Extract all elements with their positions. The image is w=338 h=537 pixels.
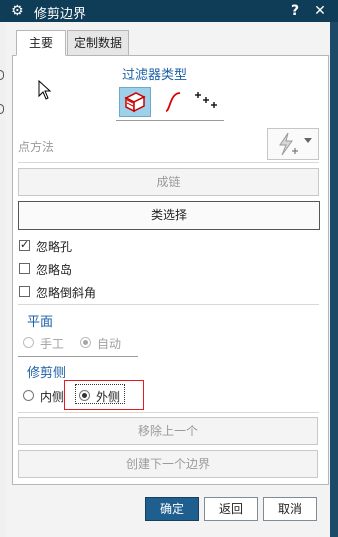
trim-inside-radio[interactable] [23, 390, 34, 401]
plane-manual-radio[interactable] [23, 337, 34, 348]
gear-icon: ⚙ [11, 3, 24, 19]
filter-curve-button[interactable] [158, 87, 188, 117]
lightning-point-icon [279, 132, 298, 156]
point-filter-icon [195, 92, 217, 108]
plane-divider [18, 356, 138, 357]
remove-previous-button[interactable]: 移除上一个 [18, 417, 318, 445]
window-border-right [330, 22, 338, 537]
filter-underline [116, 120, 224, 121]
class-select-button[interactable]: 类选择 [18, 201, 320, 230]
plane-auto-label: 自动 [97, 337, 122, 351]
trim-outside-radio[interactable] [79, 390, 90, 401]
filter-face-button[interactable] [119, 87, 151, 117]
chevron-down-icon [304, 138, 312, 143]
ignore-holes-checkbox[interactable] [19, 238, 30, 251]
ignore-holes-label: 忽略孔 [36, 240, 73, 254]
ignore-islands-label: 忽略岛 [36, 263, 73, 277]
face-filter-icon [124, 92, 146, 113]
trim-side-title: 修剪侧 [27, 366, 67, 381]
point-method-divider [18, 162, 319, 163]
trim-outside-label: 外侧 [96, 390, 121, 404]
ignore-chamfers-checkbox[interactable] [19, 286, 30, 297]
cancel-button[interactable]: 取消 [263, 497, 317, 521]
point-method-dropdown[interactable] [267, 128, 319, 160]
tab-main[interactable]: 主要 [16, 30, 66, 56]
filter-point-button[interactable] [192, 87, 222, 117]
plane-title: 平面 [27, 315, 54, 330]
filter-type-title: 过滤器类型 [122, 68, 188, 83]
tab-custom-data[interactable]: 定制数据 [67, 30, 129, 56]
trim-inside-label: 内侧 [40, 390, 65, 404]
create-next-boundary-button[interactable]: 创建下一个边界 [18, 450, 318, 478]
checkbox-divider [18, 304, 319, 305]
trim-side-divider [18, 412, 319, 413]
help-button[interactable]: ? [285, 1, 305, 21]
close-button[interactable]: ✕ [310, 1, 330, 21]
ignore-islands-checkbox[interactable] [19, 263, 30, 274]
mouse-cursor-icon [38, 80, 52, 100]
back-button[interactable]: 返回 [204, 497, 258, 521]
plane-auto-radio[interactable] [80, 337, 91, 348]
point-method-label: 点方法 [18, 140, 55, 154]
ignore-chamfers-label: 忽略倒斜角 [36, 286, 97, 300]
plane-manual-label: 手工 [40, 337, 65, 351]
ok-button[interactable]: 确定 [145, 497, 199, 521]
chain-button[interactable]: 成链 [18, 168, 319, 196]
window-title: 修剪边界 [34, 7, 87, 22]
curve-filter-icon [165, 92, 181, 112]
